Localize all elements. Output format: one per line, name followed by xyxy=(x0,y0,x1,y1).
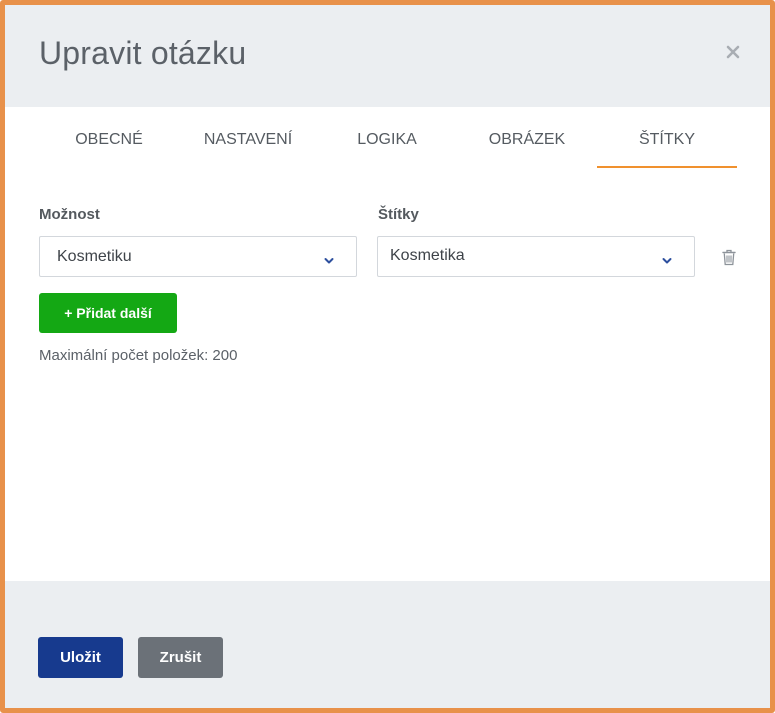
tags-column-label: Štítky xyxy=(378,206,419,223)
tab-image[interactable]: OBRÁZEK xyxy=(457,118,597,168)
save-button[interactable]: Uložit xyxy=(38,637,123,678)
dialog-title: Upravit otázku xyxy=(39,35,247,71)
dialog-header: Upravit otázku xyxy=(5,5,770,107)
tab-settings[interactable]: NASTAVENÍ xyxy=(178,118,318,168)
close-icon[interactable] xyxy=(726,45,740,59)
cancel-button[interactable]: Zrušit xyxy=(138,637,223,678)
chevron-down-icon xyxy=(324,252,334,264)
tab-logic[interactable]: LOGIKA xyxy=(317,118,457,168)
tab-bar: OBECNÉ NASTAVENÍ LOGIKA OBRÁZEK ŠTÍTKY xyxy=(39,118,737,168)
edit-question-dialog: Upravit otázku OBECNÉ NASTAVENÍ LOGIKA O… xyxy=(0,0,775,713)
add-more-button[interactable]: + Přidat další xyxy=(39,293,177,333)
tag-select[interactable]: Kosmetika xyxy=(377,236,695,277)
max-items-hint: Maximální počet položek: 200 xyxy=(39,347,238,364)
dialog-footer: Uložit Zrušit xyxy=(5,581,770,708)
trash-icon[interactable] xyxy=(722,249,736,266)
chevron-down-icon xyxy=(662,252,672,264)
tag-select-value: Kosmetika xyxy=(390,247,465,264)
option-column-label: Možnost xyxy=(39,206,100,223)
option-select[interactable]: Kosmetiku xyxy=(39,236,357,277)
option-select-value: Kosmetiku xyxy=(57,248,132,265)
tab-tags[interactable]: ŠTÍTKY xyxy=(597,118,737,168)
tab-general[interactable]: OBECNÉ xyxy=(39,118,179,168)
